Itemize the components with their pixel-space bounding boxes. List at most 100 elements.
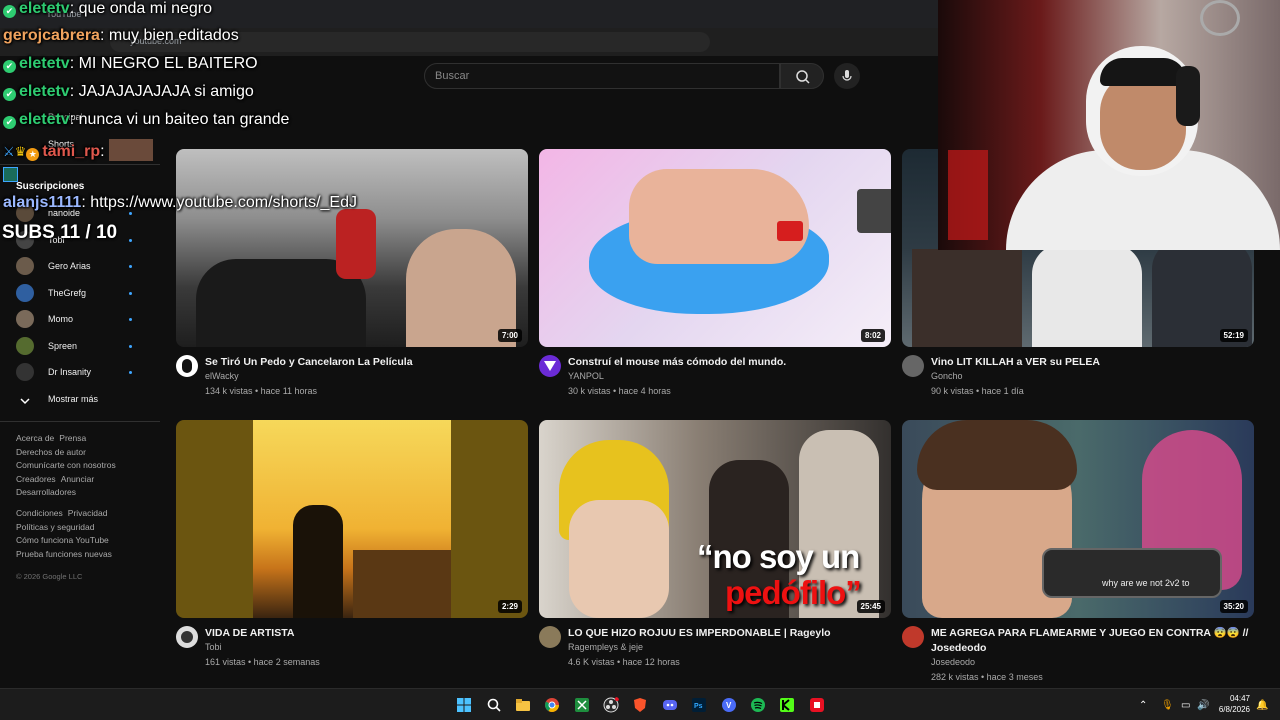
channel-avatar[interactable] [176, 355, 198, 377]
thumbnail-figure [1032, 244, 1142, 347]
channel-name[interactable]: elWacky [205, 371, 239, 381]
discord-icon[interactable] [662, 697, 678, 713]
video-title[interactable]: VIDA DE ARTISTA [205, 626, 527, 641]
video-meta: 134 k vistas • hace 11 horas [205, 386, 318, 396]
video-title[interactable]: ME AGREGA PARA FLAMEARME Y JUEGO EN CONT… [931, 626, 1253, 656]
chat-text: : [100, 143, 105, 160]
sidebar-item-gero-arias[interactable]: Gero Arias [48, 261, 91, 271]
channel-avatar[interactable] [902, 355, 924, 377]
channel-name[interactable]: YANPOL [568, 371, 604, 381]
video-title[interactable]: Vino LIT KILLAH a VER su PELEA [931, 355, 1253, 370]
channel-name[interactable]: Goncho [931, 371, 963, 381]
channel-avatar[interactable] [902, 626, 924, 648]
channel-avatar[interactable] [539, 626, 561, 648]
video-thumbnail[interactable]: 8:02 [539, 149, 891, 347]
search-icon[interactable] [486, 697, 502, 713]
footer-link[interactable]: Anunciar [61, 473, 95, 487]
network-icon[interactable]: ▭ [1181, 700, 1190, 711]
kick-icon[interactable] [779, 697, 795, 713]
sidebar-item-dr-insanity[interactable]: Dr Insanity [48, 367, 91, 377]
footer-link[interactable]: Políticas y seguridad [16, 521, 94, 535]
yanpol-logo-icon [544, 361, 556, 371]
video-thumbnail[interactable]: “no soy un pedófilo” 25:45 [539, 420, 891, 618]
microphone-icon[interactable]: 🎙 [1161, 700, 1174, 711]
vpn-icon[interactable]: V [721, 697, 737, 713]
chat-username: eletetv [19, 0, 70, 17]
channel-badge-icon [3, 167, 18, 182]
video-title[interactable]: Construí el mouse más cómodo del mundo. [568, 355, 890, 370]
video-title[interactable]: LO QUE HIZO ROJUU ES IMPERDONABLE | Rage… [568, 626, 890, 641]
thumbnail-figure [857, 189, 891, 233]
search-input[interactable] [425, 64, 779, 88]
video-card[interactable]: 2:29 VIDA DE ARTISTA Tobi 161 vistas • h… [176, 420, 528, 667]
channel-avatar[interactable] [539, 355, 561, 377]
windows-start-icon[interactable] [456, 697, 472, 713]
thumbnail-text: pedófilo” [725, 574, 862, 611]
footer-link[interactable]: Cómo funciona YouTube [16, 534, 109, 548]
streamlabs-icon[interactable] [809, 697, 825, 713]
new-content-dot [129, 292, 132, 295]
chat-username: eletetv [19, 83, 70, 100]
voice-search-button[interactable] [834, 63, 860, 89]
thumbnail-figure [912, 249, 1022, 347]
channel-name[interactable]: Josedeodo [931, 657, 975, 667]
webcam-figure [1100, 72, 1186, 170]
file-explorer-icon[interactable] [515, 697, 531, 713]
channel-name[interactable]: Tobi [205, 642, 222, 652]
chat-text: : nunca vi un baiteo tan grande [69, 111, 290, 128]
footer-link[interactable]: Creadores [16, 473, 56, 487]
clock-time: 04:47 [1229, 694, 1250, 703]
new-content-dot [129, 265, 132, 268]
video-card[interactable]: why are we not 2v2 to 35:20 ME AGREGA PA… [902, 420, 1254, 682]
thumbnail-text: “no soy un [697, 538, 860, 575]
volume-icon[interactable]: 🔊 [1197, 700, 1209, 711]
verified-badge-icon: ✔ [3, 88, 16, 101]
footer-link[interactable]: Prensa [59, 432, 86, 446]
footer-link[interactable]: Prueba funciones nuevas [16, 548, 112, 562]
show-more-button[interactable]: Mostrar más [48, 394, 98, 404]
brave-icon[interactable] [632, 697, 648, 713]
footer-links-secondary: Condiciones Privacidad Políticas y seguri… [16, 507, 146, 561]
footer-link[interactable]: Acerca de [16, 432, 54, 446]
chrome-icon[interactable] [544, 697, 560, 713]
video-duration: 8:02 [860, 329, 885, 342]
avatar-figure [181, 631, 193, 643]
footer-link[interactable]: Condiciones [16, 507, 63, 521]
new-content-dot [129, 318, 132, 321]
footer-link[interactable]: Derechos de autor [16, 446, 86, 460]
chat-text: : que onda mi negro [69, 0, 213, 17]
sidebar-item-momo[interactable]: Momo [48, 314, 73, 324]
chat-message: ⚔♛ ★ tami_rp: [3, 139, 153, 161]
taskbar-clock[interactable]: 04:47 6/8/2026 [1219, 693, 1250, 715]
chat-username: eletetv [19, 111, 70, 128]
photoshop-icon[interactable]: Ps [691, 697, 707, 713]
channel-name[interactable]: Ragempleys & jeje [568, 642, 643, 652]
footer-link[interactable]: Desarrolladores [16, 486, 76, 500]
tray-overflow-chevron-icon[interactable]: ⌃ [1139, 700, 1147, 711]
chat-message: alanjs1111: https://www.youtube.com/shor… [3, 194, 357, 212]
search-button[interactable] [780, 63, 824, 89]
notification-bell-icon[interactable]: 🔔 [1256, 700, 1268, 711]
spotify-icon[interactable] [750, 697, 766, 713]
obs-icon[interactable] [603, 697, 619, 713]
svg-text:V: V [726, 701, 732, 710]
search-box[interactable] [424, 63, 780, 89]
channel-avatar[interactable] [176, 626, 198, 648]
sidebar-item-spreen[interactable]: Spreen [48, 341, 77, 351]
thumbnail-figure [777, 221, 803, 241]
chat-text: : muy bien editados [99, 27, 239, 44]
chevron-down-icon [20, 398, 30, 405]
video-card[interactable]: 8:02 Construí el mouse más cómodo del mu… [539, 149, 891, 396]
chat-username: tami_rp [42, 143, 101, 160]
video-card[interactable]: “no soy un pedófilo” 25:45 LO QUE HIZO R… [539, 420, 891, 667]
video-title[interactable]: Se Tiró Un Pedo y Cancelaron La Película [205, 355, 527, 370]
chat-text: : JAJAJAJAJAJA si amigo [69, 83, 254, 100]
chat-badge-row [3, 167, 18, 187]
footer-link[interactable]: Privacidad [68, 507, 108, 521]
video-thumbnail[interactable]: 2:29 [176, 420, 528, 618]
crown-badge-icon: ♛ [14, 144, 27, 159]
sidebar-item-thegrefg[interactable]: TheGrefg [48, 288, 86, 298]
video-thumbnail[interactable]: why are we not 2v2 to 35:20 [902, 420, 1254, 618]
xbox-app-icon[interactable] [574, 697, 590, 713]
footer-link[interactable]: Comunícarte con nosotros [16, 459, 116, 473]
